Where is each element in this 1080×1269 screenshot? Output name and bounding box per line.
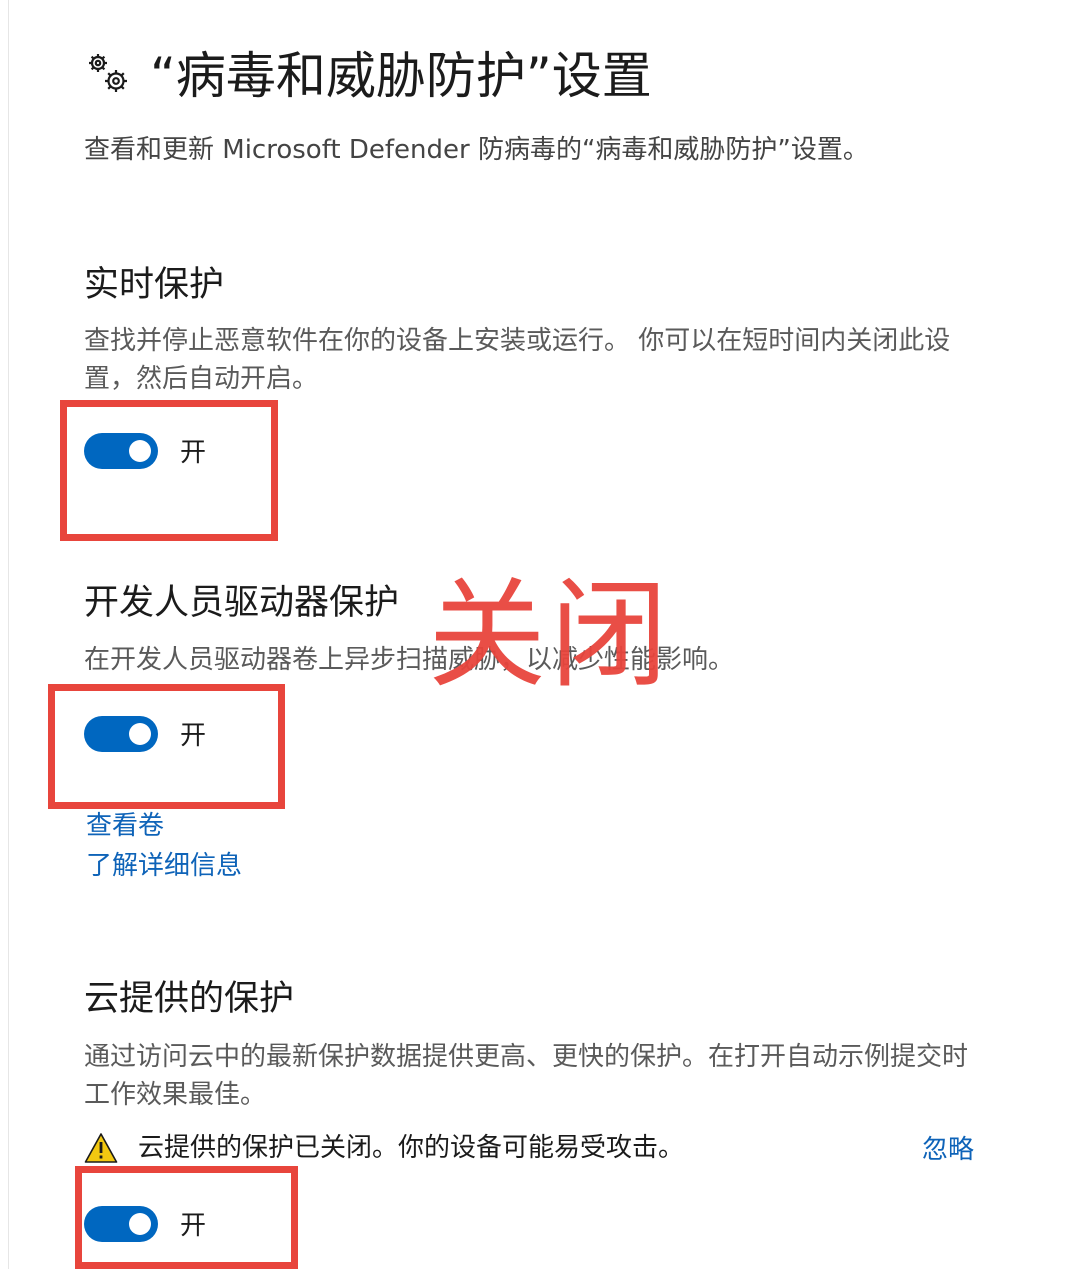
cloud-protection-description: 通过访问云中的最新保护数据提供更高、更快的保护。在打开自动示例提交时工作效果最佳… (84, 1042, 969, 1110)
learn-more-link[interactable]: 了解详细信息 (86, 848, 242, 884)
annotation-box-realtime (60, 400, 278, 541)
warning-message: 云提供的保护已关闭。你的设备可能易受攻击。 (138, 1133, 685, 1163)
page-subtitle: 查看和更新 Microsoft Defender 防病毒的“病毒和威胁防护”设置… (84, 135, 869, 165)
realtime-protection-title: 实时保护 (84, 265, 225, 305)
dismiss-link[interactable]: 忽略 (922, 1132, 974, 1168)
window-edge (8, 0, 9, 1269)
cloud-protection-title: 云提供的保护 (84, 979, 295, 1019)
realtime-protection-description: 查找并停止恶意软件在你的设备上安装或运行。 你可以在短时间内关闭此设置，然后自动… (84, 326, 951, 394)
annotation-overlay-text: 关闭 (428, 566, 673, 704)
warning-icon (84, 1133, 118, 1163)
annotation-box-dev-drive (48, 684, 285, 809)
settings-page: “病毒和威胁防护”设置 查看和更新 Microsoft Defender 防病毒… (0, 0, 1080, 1269)
page-title: “病毒和威胁防护”设置 (150, 47, 652, 105)
gears-icon (89, 54, 127, 92)
dev-drive-protection-title: 开发人员驱动器保护 (84, 583, 400, 623)
view-volumes-link[interactable]: 查看卷 (86, 808, 164, 844)
annotation-box-cloud (75, 1166, 298, 1269)
